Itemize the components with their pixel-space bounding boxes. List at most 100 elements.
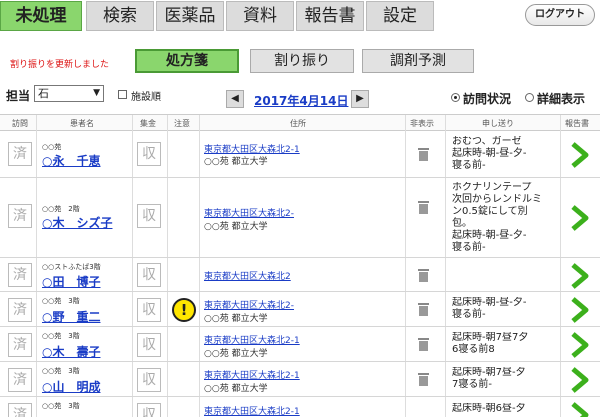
facility-floor: ○○苑 3階	[42, 402, 80, 410]
trash-icon[interactable]	[418, 201, 429, 214]
address-link[interactable]: 東京都大田区大森北2-1	[204, 368, 300, 381]
top-nav: 未処理 検索 医薬品 資料 報告書 設定 ログアウト	[0, 0, 600, 33]
handover-note: おむつ、ガーゼ 起床時-朝-昼-夕- 寝る前-	[452, 136, 527, 171]
table-row[interactable]: 済 ○○苑 3階 ○木 壽子 収 東京都大田区大森北2-1 ○○苑 都立大学 起…	[0, 328, 600, 362]
facility-order-checkbox[interactable]	[118, 90, 127, 99]
visited-button[interactable]: 済	[8, 403, 32, 417]
patient-name-link[interactable]: ○田 博子	[42, 273, 100, 290]
patient-name-link[interactable]: ○野 重二	[42, 308, 100, 325]
staff-label: 担当	[6, 89, 31, 103]
visited-button[interactable]: 済	[8, 204, 32, 228]
address-link[interactable]: 東京都大田区大森北2-1	[204, 333, 300, 346]
table-row[interactable]: 済 ○○苑 2階 ○木 シズ子 収 東京都大田区大森北2- ○○苑 都立大学 ホ…	[0, 179, 600, 258]
tab-unprocessed[interactable]: 未処理	[0, 1, 82, 31]
handover-note: 起床時-朝7昼7夕 6寝る前8	[452, 332, 529, 355]
visit-status-radio[interactable]	[451, 93, 460, 102]
subtab-allocation[interactable]: 割り振り	[250, 49, 354, 73]
address-link[interactable]: 東京都大田区大森北2-	[204, 206, 294, 219]
tab-documents[interactable]: 資料	[226, 1, 294, 31]
tab-settings[interactable]: 設定	[366, 1, 434, 31]
header-patient: 患者名	[70, 119, 94, 128]
chevron-down-icon: ▼	[93, 88, 100, 98]
chevron-right-icon[interactable]	[568, 402, 590, 417]
detail-view-label: 詳細表示	[537, 92, 586, 106]
address-link[interactable]: 東京都大田区大森北2-	[204, 298, 294, 311]
collect-button[interactable]: 収	[137, 333, 161, 357]
visited-button[interactable]: 済	[8, 333, 32, 357]
facility-floor: ○○苑 3階	[42, 332, 80, 340]
tab-reports[interactable]: 報告書	[296, 1, 364, 31]
staff-select-value: 石	[38, 87, 49, 100]
chevron-right-icon[interactable]	[568, 142, 590, 168]
tab-medicines[interactable]: 医薬品	[156, 1, 224, 31]
facility-name: ○○苑 都立大学	[204, 314, 268, 324]
facility-floor: ○○苑 3階	[42, 367, 80, 375]
chevron-right-icon[interactable]	[568, 367, 590, 393]
trash-icon[interactable]	[418, 303, 429, 316]
chevron-right-icon[interactable]	[568, 263, 590, 289]
trash-icon[interactable]	[418, 373, 429, 386]
patient-name-link[interactable]: ○木 シズ子	[42, 214, 112, 231]
prev-date-button[interactable]: ◀	[226, 90, 244, 108]
caution-icon[interactable]: !	[172, 298, 196, 322]
logout-button[interactable]: ログアウト	[525, 4, 595, 26]
table-row[interactable]: 済 ○○苑 3階 ○山 明成 収 東京都大田区大森北2-1 ○○苑 都立大学 起…	[0, 363, 600, 397]
triangle-right-icon: ▶	[356, 93, 364, 104]
table-row[interactable]: 済 ○○苑 3階 収 東京都大田区大森北2-1 起床時-朝6昼-夕	[0, 398, 600, 417]
facility-floor: ○○苑 2階	[42, 205, 80, 213]
visited-button[interactable]: 済	[8, 263, 32, 287]
tab-search[interactable]: 検索	[86, 1, 154, 31]
triangle-left-icon: ◀	[231, 93, 239, 104]
facility-name: ○○苑 都立大学	[204, 349, 268, 359]
collect-button[interactable]: 収	[137, 403, 161, 417]
table-row[interactable]: 済 ○○苑 ○永 千恵 収 東京都大田区大森北2-1 ○○苑 都立大学 おむつ、…	[0, 132, 600, 178]
trash-icon[interactable]	[418, 148, 429, 161]
detail-view-radio[interactable]	[525, 93, 534, 102]
facility-floor: ○○苑	[42, 143, 62, 151]
table-header: 訪問 患者名 集金 注意 住所 非表示 申し送り 報告書	[0, 115, 600, 131]
header-collect: 集金	[140, 119, 156, 128]
collect-button[interactable]: 収	[137, 142, 161, 166]
header-hide: 非表示	[410, 119, 434, 128]
header-visit: 訪問	[12, 119, 28, 128]
address-link[interactable]: 東京都大田区大森北2	[204, 269, 291, 282]
facility-order-label: 施設順	[131, 92, 161, 103]
facility-name: ○○苑 都立大学	[204, 157, 268, 167]
collect-button[interactable]: 収	[137, 263, 161, 287]
subtab-prescription[interactable]: 処方箋	[135, 49, 239, 73]
patient-name-link[interactable]: ○山 明成	[42, 378, 100, 395]
visited-button[interactable]: 済	[8, 298, 32, 322]
facility-floor: ○○ストふたば3階	[42, 263, 101, 271]
header-handover: 申し送り	[482, 119, 514, 128]
next-date-button[interactable]: ▶	[351, 90, 369, 108]
address-link[interactable]: 東京都大田区大森北2-1	[204, 404, 300, 417]
subtab-dispense-forecast[interactable]: 調剤予測	[362, 49, 474, 73]
header-address: 住所	[290, 119, 306, 128]
update-notice: 割り振りを更新しました	[10, 60, 110, 70]
patient-name-link[interactable]: ○永 千恵	[42, 152, 100, 169]
trash-icon[interactable]	[418, 338, 429, 351]
facility-name: ○○苑 都立大学	[204, 222, 268, 232]
chevron-right-icon[interactable]	[568, 297, 590, 323]
chevron-right-icon[interactable]	[568, 332, 590, 358]
header-report: 報告書	[565, 119, 589, 128]
table-row[interactable]: 済 ○○ストふたば3階 ○田 博子 収 東京都大田区大森北2	[0, 259, 600, 292]
visited-button[interactable]: 済	[8, 368, 32, 392]
collect-button[interactable]: 収	[137, 204, 161, 228]
handover-note: ホクナリンテープ 次回からレンドルミ ン0.5錠にして別 包。 起床時-朝-昼-…	[452, 182, 542, 253]
chevron-right-icon[interactable]	[568, 205, 590, 231]
handover-note: 起床時-朝-昼-夕- 寝る前-	[452, 297, 527, 320]
header-caution: 注意	[174, 119, 190, 128]
table-row[interactable]: 済 ○○苑 3階 ○野 重二 収 ! 東京都大田区大森北2- ○○苑 都立大学 …	[0, 293, 600, 327]
handover-note: 起床時-朝7昼-夕 7寝る前-	[452, 367, 526, 390]
current-date-link[interactable]: 2017年4月14日	[254, 92, 348, 109]
visited-button[interactable]: 済	[8, 142, 32, 166]
patient-name-link[interactable]: ○木 壽子	[42, 343, 100, 360]
collect-button[interactable]: 収	[137, 368, 161, 392]
facility-floor: ○○苑 3階	[42, 297, 80, 305]
trash-icon[interactable]	[418, 269, 429, 282]
collect-button[interactable]: 収	[137, 298, 161, 322]
handover-note: 起床時-朝6昼-夕	[452, 403, 526, 414]
staff-select[interactable]: 石 ▼	[34, 85, 104, 102]
facility-name: ○○苑 都立大学	[204, 384, 268, 394]
